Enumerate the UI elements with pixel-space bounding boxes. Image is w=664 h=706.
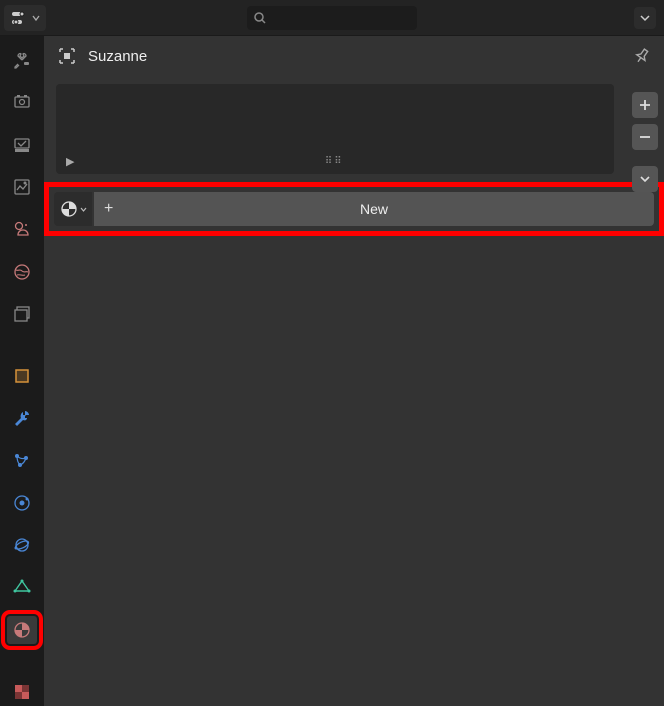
tab-world[interactable]: [7, 258, 37, 286]
properties-icon: [10, 9, 28, 27]
properties-topbar: [0, 0, 664, 36]
object-header: Suzanne: [44, 36, 664, 76]
slot-controls: [632, 92, 658, 192]
output-icon: [12, 135, 32, 155]
tab-viewlayer[interactable]: [7, 173, 37, 201]
viewlayer-icon: [12, 177, 32, 197]
tool-icon: [12, 50, 32, 70]
material-new-row: + New: [54, 192, 654, 226]
tab-render[interactable]: [7, 88, 37, 116]
tab-scene[interactable]: [7, 215, 37, 243]
slots-panel-footer: ▶ ⠿⠿: [66, 155, 604, 168]
material-slots-list[interactable]: ▶ ⠿⠿: [56, 84, 614, 174]
render-icon: [12, 92, 32, 112]
new-material-label: New: [94, 201, 654, 217]
chevron-down-icon: [639, 173, 651, 185]
search-input[interactable]: [247, 6, 417, 30]
material-icon: [60, 200, 78, 218]
scene-icon: [12, 219, 32, 239]
plus-icon: [638, 98, 652, 112]
tab-constraints[interactable]: [7, 531, 37, 559]
particles-icon: [12, 451, 32, 471]
tab-physics[interactable]: [7, 489, 37, 517]
editor-type-selector[interactable]: [4, 5, 46, 31]
chevron-down-icon: [640, 13, 650, 23]
pin-button[interactable]: [632, 46, 652, 66]
material-icon: [12, 620, 32, 640]
chevron-down-icon: [80, 206, 87, 213]
constraints-icon: [12, 535, 32, 555]
plus-icon: +: [104, 200, 113, 218]
chevron-down-icon: [32, 14, 40, 22]
new-material-button[interactable]: + New: [94, 192, 654, 226]
tab-material[interactable]: [7, 616, 37, 644]
tab-modifiers[interactable]: [7, 404, 37, 432]
tab-data[interactable]: [7, 573, 37, 601]
texture-icon: [12, 682, 32, 702]
drag-handle-icon[interactable]: ⠿⠿: [325, 156, 344, 167]
browse-material-button[interactable]: [54, 192, 92, 226]
object-icon: [12, 366, 32, 386]
property-tabs: [0, 36, 44, 706]
search-icon: [253, 11, 267, 25]
slot-specials-menu[interactable]: [632, 166, 658, 192]
tab-output[interactable]: [7, 131, 37, 159]
wrench-icon: [12, 408, 32, 428]
pin-icon: [632, 46, 652, 66]
tab-object[interactable]: [7, 362, 37, 390]
options-dropdown[interactable]: [634, 7, 656, 29]
tab-texture[interactable]: [7, 678, 37, 706]
properties-content: Suzanne ▶ ⠿⠿: [44, 36, 664, 706]
mesh-icon: [12, 578, 32, 598]
expand-icon[interactable]: ▶: [66, 155, 74, 168]
object-datablock-icon: [56, 45, 78, 67]
physics-icon: [12, 493, 32, 513]
tab-particles[interactable]: [7, 446, 37, 474]
tab-tool[interactable]: [7, 46, 37, 74]
remove-slot-button[interactable]: [632, 124, 658, 150]
tab-collection[interactable]: [7, 300, 37, 328]
add-slot-button[interactable]: [632, 92, 658, 118]
world-icon: [12, 262, 32, 282]
collection-icon: [12, 304, 32, 324]
minus-icon: [638, 130, 652, 144]
object-name: Suzanne: [88, 48, 147, 65]
